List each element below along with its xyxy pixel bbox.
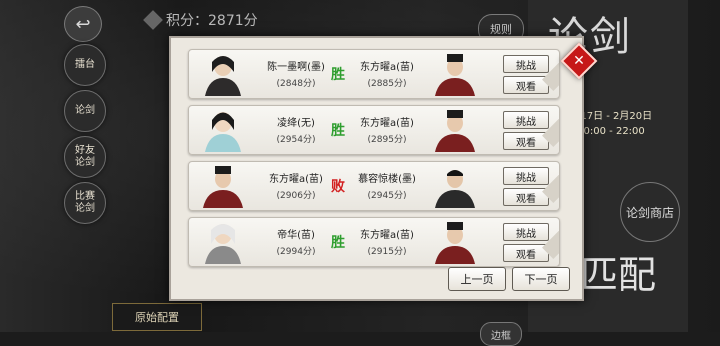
sidebar-item-lunjian[interactable]: 论剑	[64, 90, 106, 132]
player1-score: (2994分)	[276, 247, 316, 257]
player1-score: (2954分)	[276, 135, 316, 145]
player2-name: 东方曜a(苗)	[360, 230, 414, 241]
match-row: 东方曜a(苗) (2906分) 败 慕容惊楼(墨) (2945分) 挑战 观看	[188, 161, 560, 211]
player1-avatar	[205, 56, 241, 96]
score-text: 积分：2871分	[166, 13, 258, 29]
player2-name: 东方曜a(苗)	[360, 62, 414, 73]
player1-info: 东方曜a(苗) (2906分)	[265, 170, 327, 201]
challenge-button[interactable]: 挑战	[503, 167, 549, 185]
score-icon	[143, 10, 163, 30]
sidebar-item-arena[interactable]: 擂台	[64, 44, 106, 86]
sidebar-item-friend-lunjian[interactable]: 好友 论剑	[64, 136, 106, 178]
player1-avatar	[203, 166, 243, 208]
player2-name: 东方曜a(苗)	[360, 118, 414, 129]
player1-name: 帝华(苗)	[277, 230, 315, 241]
sidebar-item-match-lunjian[interactable]: 比赛 论剑	[64, 182, 106, 224]
watch-button[interactable]: 观看	[503, 188, 549, 206]
match-result: 胜	[331, 67, 345, 83]
player2-score: (2895分)	[367, 135, 407, 145]
match-button[interactable]: 匹配	[580, 244, 656, 299]
match-row: 陈一墨啊(墨) (2848分) 胜 东方曜a(苗) (2885分) 挑战 观看	[188, 49, 560, 99]
player2-name: 慕容惊楼(墨)	[358, 174, 416, 185]
challenge-button[interactable]: 挑战	[503, 223, 549, 241]
border-tab[interactable]: 边框	[480, 322, 522, 346]
player2-info: 东方曜a(苗) (2885分)	[353, 58, 421, 89]
challenge-button[interactable]: 挑战	[503, 111, 549, 129]
player1-score: (2906分)	[276, 191, 316, 201]
player1-avatar	[205, 224, 241, 264]
player2-info: 东方曜a(苗) (2895分)	[353, 114, 421, 145]
challenge-button[interactable]: 挑战	[503, 55, 549, 73]
watch-button[interactable]: 观看	[503, 132, 549, 150]
close-icon: ✕	[573, 53, 585, 69]
match-result: 败	[331, 179, 345, 195]
player2-info: 东方曜a(苗) (2915分)	[353, 226, 421, 257]
player1-info: 帝华(苗) (2994分)	[265, 226, 327, 257]
player1-name: 东方曜a(苗)	[269, 174, 323, 185]
match-row: 凌绛(无) (2954分) 胜 东方曜a(苗) (2895分) 挑战 观看	[188, 105, 560, 155]
player1-score: (2848分)	[276, 79, 316, 89]
player1-name: 陈一墨啊(墨)	[267, 62, 325, 73]
match-result: 胜	[331, 123, 345, 139]
watch-button[interactable]: 观看	[503, 244, 549, 262]
match-result: 胜	[331, 235, 345, 251]
player2-avatar	[435, 222, 475, 264]
player2-avatar	[435, 170, 475, 208]
player1-avatar	[205, 112, 241, 152]
player1-info: 陈一墨啊(墨) (2848分)	[265, 58, 327, 89]
match-row: 帝华(苗) (2994分) 胜 东方曜a(苗) (2915分) 挑战 观看	[188, 217, 560, 267]
next-page-button[interactable]: 下一页	[512, 267, 570, 291]
back-button[interactable]: ↩	[64, 6, 102, 42]
prev-page-button[interactable]: 上一页	[448, 267, 506, 291]
score-display: 积分：2871分	[143, 10, 258, 30]
player2-avatar	[435, 54, 475, 96]
shop-button[interactable]: 论剑商店	[620, 182, 680, 242]
back-arrow-icon: ↩	[75, 13, 91, 35]
player2-score: (2885分)	[367, 79, 407, 89]
player1-info: 凌绛(无) (2954分)	[265, 114, 327, 145]
player2-score: (2915分)	[367, 247, 407, 257]
watch-button[interactable]: 观看	[503, 76, 549, 94]
player2-avatar	[435, 110, 475, 152]
player2-score: (2945分)	[367, 191, 407, 201]
start-config-button[interactable]: 原始配置	[112, 303, 202, 331]
player2-info: 慕容惊楼(墨) (2945分)	[353, 170, 421, 201]
player1-name: 凌绛(无)	[277, 118, 315, 129]
